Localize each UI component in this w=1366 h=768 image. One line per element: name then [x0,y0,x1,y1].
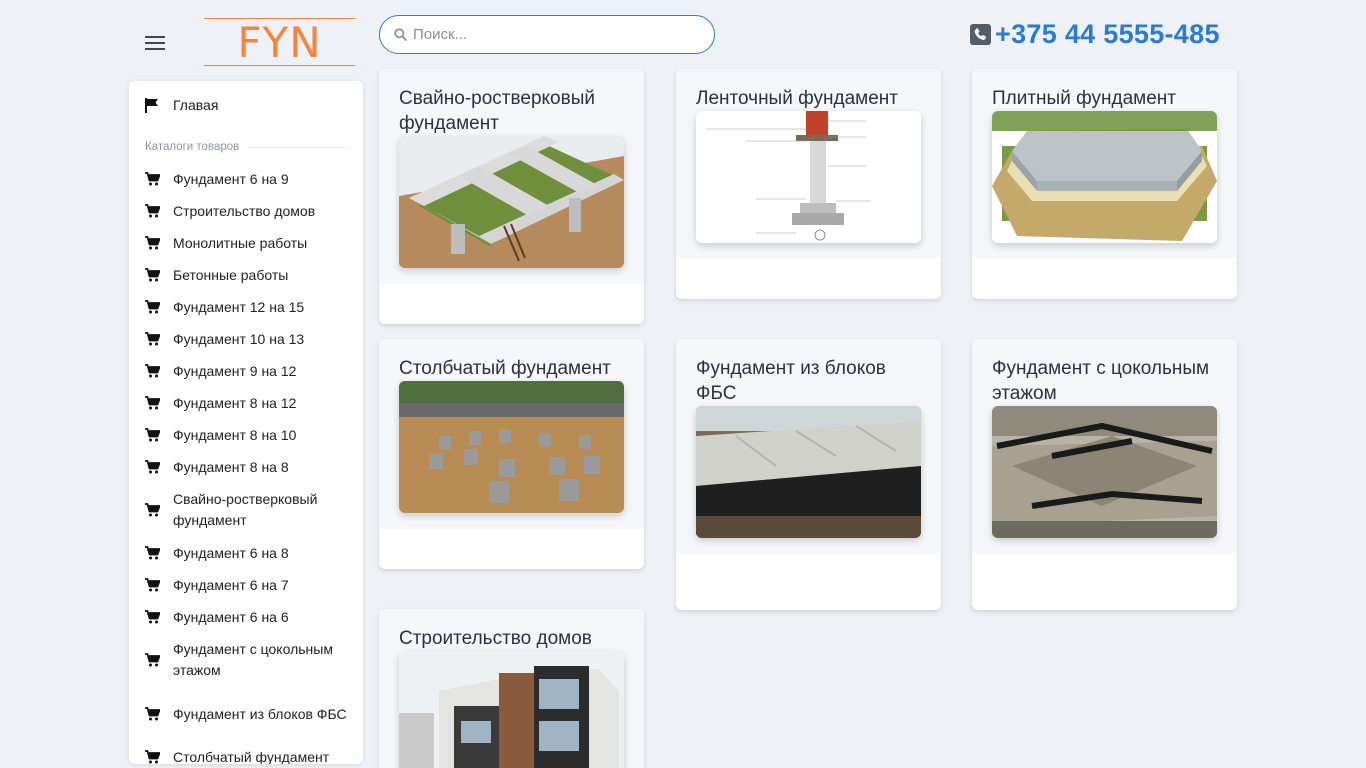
sidebar-catalog-item[interactable]: Строительство домов [145,195,347,227]
phone-icon [970,23,991,45]
card-title[interactable]: Столбчатый фундамент [399,356,624,381]
sidebar-catalog-item-label: Фундамент 10 на 13 [173,330,305,347]
card-title[interactable]: Ленточный фундамент [696,86,921,111]
sidebar-catalog-item[interactable]: Монолитные работы [145,227,347,259]
product-card[interactable]: Строительство домов [379,609,644,768]
sidebar-catalog-item-label: Фундамент 9 на 12 [173,362,297,379]
sidebar: Главая Каталоги товаров Фундамент 6 на 9… [129,81,363,764]
cart-icon [145,396,173,410]
search-input[interactable] [413,26,693,43]
phone-link[interactable]: +375 44 5555-485 [970,18,1220,50]
strip-foundation-diagram-image[interactable] [696,111,921,243]
cart-icon [145,428,173,442]
product-card[interactable]: Фундамент из блоков ФБС [676,339,941,610]
sidebar-catalog-item[interactable]: Фундамент 10 на 13 [145,323,347,355]
sidebar-catalog-item-label: Фундамент 6 на 7 [173,576,289,593]
sidebar-catalog-item-label: Бетонные работы [173,266,289,283]
sidebar-catalog-item[interactable]: Фундамент 6 на 6 [145,601,347,633]
sidebar-catalog-item-label: Фундамент 12 на 15 [173,298,305,315]
sidebar-catalog-title: Каталоги товаров [145,137,347,157]
column-foundation-image[interactable] [399,381,624,513]
sidebar-catalog-item[interactable]: Фундамент 8 на 12 [145,387,347,419]
card-title[interactable]: Фундамент из блоков ФБС [696,356,921,406]
sidebar-catalog-item[interactable]: Фундамент 8 на 10 [145,419,347,451]
cart-icon [145,578,173,592]
sidebar-catalog-item-label: Строительство домов [173,202,316,219]
sidebar-item-home[interactable]: Главая [145,81,347,129]
cart-icon [145,204,173,218]
sidebar-catalog-item-label: Фундамент из блоков ФБС [173,705,347,722]
sidebar-catalog-item-label: Фундамент 6 на 6 [173,608,289,625]
sidebar-home-label: Главая [173,97,219,113]
product-card[interactable]: Плитный фундамент [972,69,1237,299]
product-card[interactable]: Столбчатый фундамент [379,339,644,569]
cart-icon [145,750,173,764]
sidebar-catalog-item[interactable]: Фундамент 12 на 15 [145,291,347,323]
sidebar-catalog-item-label: Свайно-ростверковый фундамент [173,491,318,528]
basement-foundation-image[interactable] [992,406,1217,538]
flag-icon [145,97,173,113]
fbs-block-foundation-image[interactable] [696,406,921,538]
cart-icon [145,268,173,282]
sidebar-catalog-item[interactable]: Фундамент 8 на 8 [145,451,347,483]
cart-icon [145,300,173,314]
cart-icon [145,653,173,667]
sidebar-catalog-item[interactable]: Бетонные работы [145,259,347,291]
sidebar-catalog-item[interactable]: Свайно-ростверковый фундамент [145,483,347,537]
pile-grillage-foundation-image[interactable] [399,136,624,268]
sidebar-catalog-item-label: Фундамент 8 на 10 [173,426,297,443]
cart-icon [145,172,173,186]
sidebar-catalog-item-label: Фундамент 8 на 12 [173,394,297,411]
card-title[interactable]: Строительство домов [399,626,624,651]
sidebar-catalog-item[interactable]: Столбчатый фундамент [145,741,347,764]
cart-icon [145,546,173,560]
slab-foundation-image[interactable] [992,111,1217,243]
sidebar-catalog-item[interactable]: Фундамент 9 на 12 [145,355,347,387]
cart-icon [145,364,173,378]
product-card[interactable]: Ленточный фундамент [676,69,941,299]
cart-icon [145,610,173,624]
sidebar-catalog-item[interactable]: Фундамент из блоков ФБС [145,687,347,741]
phone-number[interactable]: +375 44 5555-485 [995,19,1220,50]
sidebar-catalog-list: Фундамент 6 на 9 Строительство домов Монол… [145,163,347,764]
sidebar-catalog-item[interactable]: Фундамент 6 на 8 [145,537,347,569]
sidebar-catalog-item-label: Фундамент 8 на 8 [173,458,289,475]
cart-icon [145,503,173,517]
house-construction-image[interactable] [399,651,624,768]
sidebar-catalog-item[interactable]: Фундамент 6 на 9 [145,163,347,195]
sidebar-catalog-item-label: Столбчатый фундамент [173,748,330,765]
product-card[interactable]: Фундамент с цокольным этажом [972,339,1237,610]
card-title[interactable]: Фундамент с цокольным этажом [992,356,1217,406]
cart-icon [145,236,173,250]
card-title[interactable]: Свайно-ростверковый фундамент [399,86,624,136]
cart-icon [145,460,173,474]
sidebar-catalog-item-label: Фундамент 6 на 9 [173,170,289,187]
product-card[interactable]: Свайно-ростверковый фундамент [379,69,644,324]
search-icon [394,28,407,41]
cart-icon [145,332,173,346]
sidebar-catalog-item[interactable]: Фундамент 6 на 7 [145,569,347,601]
sidebar-catalog-item-label: Фундамент 6 на 8 [173,544,289,561]
cart-icon [145,707,173,721]
card-title[interactable]: Плитный фундамент [992,86,1217,111]
sidebar-catalog-item[interactable]: Фундамент с цокольным этажом [145,633,347,687]
search-box[interactable] [379,15,715,54]
sidebar-catalog-item-label: Монолитные работы [173,234,308,251]
menu-toggle-icon[interactable] [145,36,165,50]
site-logo[interactable]: FYN [204,18,355,67]
sidebar-catalog-item-label: Фундамент с цокольным этажом [173,641,333,678]
